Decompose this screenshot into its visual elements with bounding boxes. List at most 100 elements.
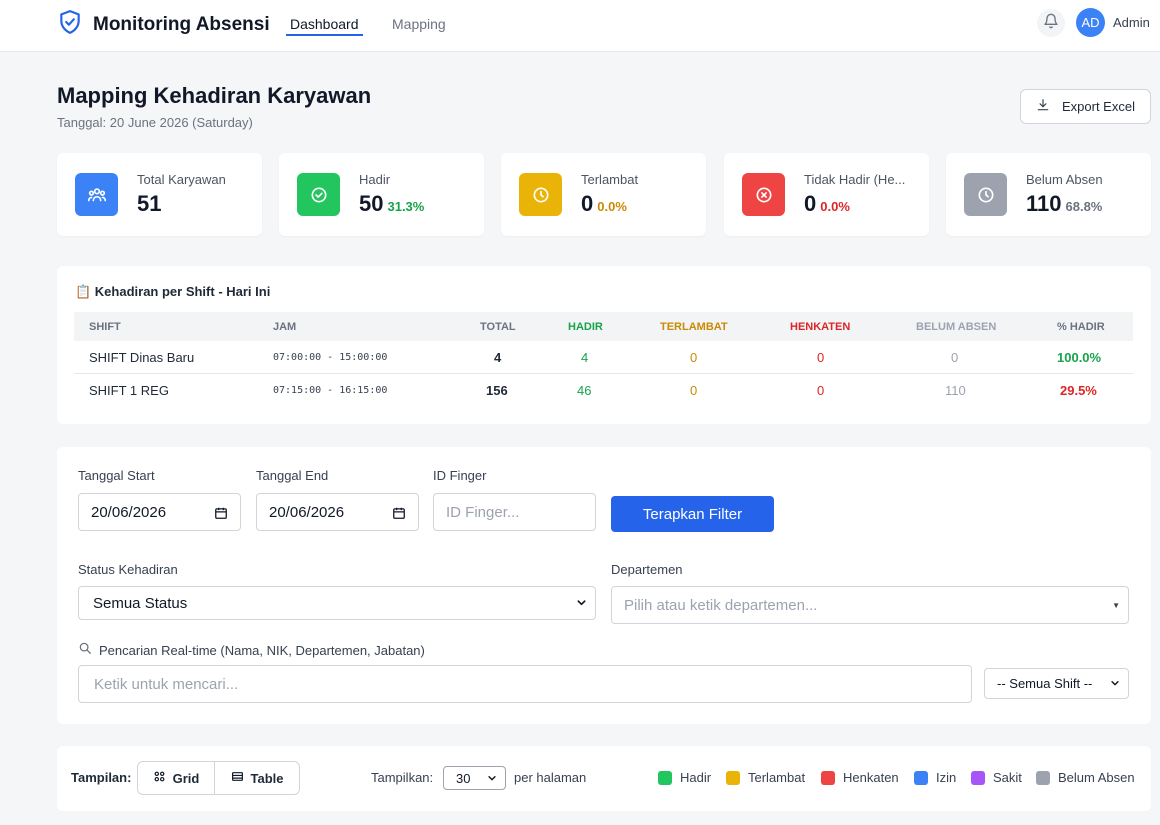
shift-total: 4 [494,350,502,365]
shift-terlambat: 0 [690,350,698,365]
shift-hadir: 46 [577,383,592,398]
end-date-input[interactable]: 20/06/2026 [256,493,419,531]
export-excel-button[interactable]: Export Excel [1020,89,1151,124]
clock-icon [519,173,562,216]
nav-link-mapping[interactable]: Mapping [392,16,446,32]
table-row: SHIFT Dinas Baru 07:00:00 - 15:00:00 4 4… [74,341,1133,374]
search-input[interactable]: Ketik untuk mencari... [78,665,972,703]
status-select-value: Semua Status [93,594,188,612]
status-select[interactable]: Semua Status [78,586,596,620]
chevron-down-icon [487,773,497,786]
shift-select-value: -- Semua Shift -- [997,676,1093,691]
legend-label: Sakit [993,770,1022,785]
stat-percent: 31.3% [387,199,425,214]
grid-label: Grid [172,770,200,786]
shift-time: 07:15:00 - 16:15:00 [273,385,388,396]
legend-item-sakit: Sakit [971,770,1022,785]
brand[interactable]: Monitoring Absensi [57,9,270,40]
legend-swatch [914,770,928,785]
per-page-label: Tampilkan: [371,770,434,785]
column-header: BELUM ABSEN [916,321,997,333]
stat-card-belum-absen: Belum Absen 110 68.8% [946,153,1151,236]
legend-label: Hadir [680,770,712,785]
start-date-value: 20/06/2026 [91,503,167,521]
department-input[interactable]: Pilih atau ketik departemen... ▼ [611,586,1129,624]
legend-label: Izin [936,770,957,785]
download-icon [1036,98,1062,115]
table-icon [231,770,251,786]
legend-swatch [821,770,835,785]
bell-icon [1043,13,1059,34]
avatar[interactable]: AD [1076,8,1105,37]
stat-percent: 0.0% [597,199,627,214]
legend-swatch [726,770,740,785]
calendar-icon[interactable] [392,506,406,524]
shift-terlambat: 0 [690,383,698,398]
x-circle-icon [742,173,785,216]
column-header: JAM [273,321,297,333]
shift-card-title: 📋 Kehadiran per Shift - Hari Ini [75,284,271,299]
status-label: Status Kehadiran [78,562,178,577]
stat-card-tidak-hadir: Tidak Hadir (He... 0 0.0% [724,153,929,236]
stat-label: Terlambat [581,172,639,187]
column-header: SHIFT [89,321,121,333]
search-icon [78,641,92,660]
stat-value: 51 [137,191,162,216]
per-page-select[interactable]: 30 [443,766,506,790]
shift-attendance-card: 📋 Kehadiran per Shift - Hari Ini SHIFT J… [57,266,1151,424]
table-row: SHIFT 1 REG 07:15:00 - 16:15:00 156 46 0… [74,374,1133,407]
stat-label: Tidak Hadir (He... [804,172,906,187]
search-label-row: Pencarian Real-time (Nama, NIK, Departem… [78,641,425,660]
end-date-value: 20/06/2026 [269,503,345,521]
shift-henkaten: 0 [817,350,825,365]
stat-card-total: Total Karyawan 51 [57,153,262,236]
stat-percent: 0.0% [820,199,850,214]
notification-button[interactable] [1037,9,1065,37]
legend-item-belum-absen: Belum Absen [1036,770,1135,785]
brand-title: Monitoring Absensi [93,13,270,35]
search-label: Pencarian Real-time (Nama, NIK, Departem… [99,643,425,658]
nav-link-dashboard[interactable]: Dashboard [286,16,363,36]
apply-filter-button[interactable]: Terapkan Filter [611,496,774,532]
shift-belum-absen: 0 [951,350,959,365]
department-label: Departemen [611,562,683,577]
shift-table-header: SHIFT JAM TOTAL HADIR TERLAMBAT HENKATEN… [74,312,1133,341]
start-date-input[interactable]: 20/06/2026 [78,493,241,531]
check-circle-icon [297,173,340,216]
chevron-down-icon [1110,678,1120,691]
user-name[interactable]: Admin [1113,15,1150,30]
stat-card-hadir: Hadir 50 31.3% [279,153,484,236]
shift-henkaten: 0 [817,383,825,398]
start-date-label: Tanggal Start [78,468,155,483]
stat-value: 0 [581,191,594,216]
table-view-button[interactable]: Table [214,761,300,795]
shift-belum-absen: 110 [945,383,966,398]
stat-value: 0 [804,191,817,216]
finger-id-input[interactable]: ID Finger... [433,493,596,531]
users-icon [75,173,118,216]
shift-name: SHIFT Dinas Baru [89,350,195,365]
stat-card-terlambat: Terlambat 0 0.0% [501,153,706,236]
legend-item-izin: Izin [914,770,956,785]
calendar-icon[interactable] [214,506,228,524]
page-title: Mapping Kehadiran Karyawan [57,83,372,108]
legend-swatch [1036,770,1050,785]
shift-percent: 29.5% [1060,383,1097,398]
table-label: Table [250,770,284,786]
finger-id-label: ID Finger [433,468,487,483]
per-page-value: 30 [456,770,471,786]
column-header: TOTAL [480,321,516,333]
stat-percent: 68.8% [1065,199,1103,214]
shield-check-icon [57,9,83,40]
column-header: % HADIR [1057,321,1105,333]
grid-icon [153,770,173,786]
legend-item-hadir: Hadir [658,770,711,785]
end-date-label: Tanggal End [256,468,329,483]
shift-percent: 100.0% [1057,350,1102,365]
stat-label: Hadir [359,172,391,187]
legend-item-terlambat: Terlambat [726,770,805,785]
chevron-down-icon [576,597,587,611]
shift-select[interactable]: -- Semua Shift -- [984,668,1129,699]
grid-view-button[interactable]: Grid [137,761,215,795]
column-header: HADIR [568,321,603,333]
